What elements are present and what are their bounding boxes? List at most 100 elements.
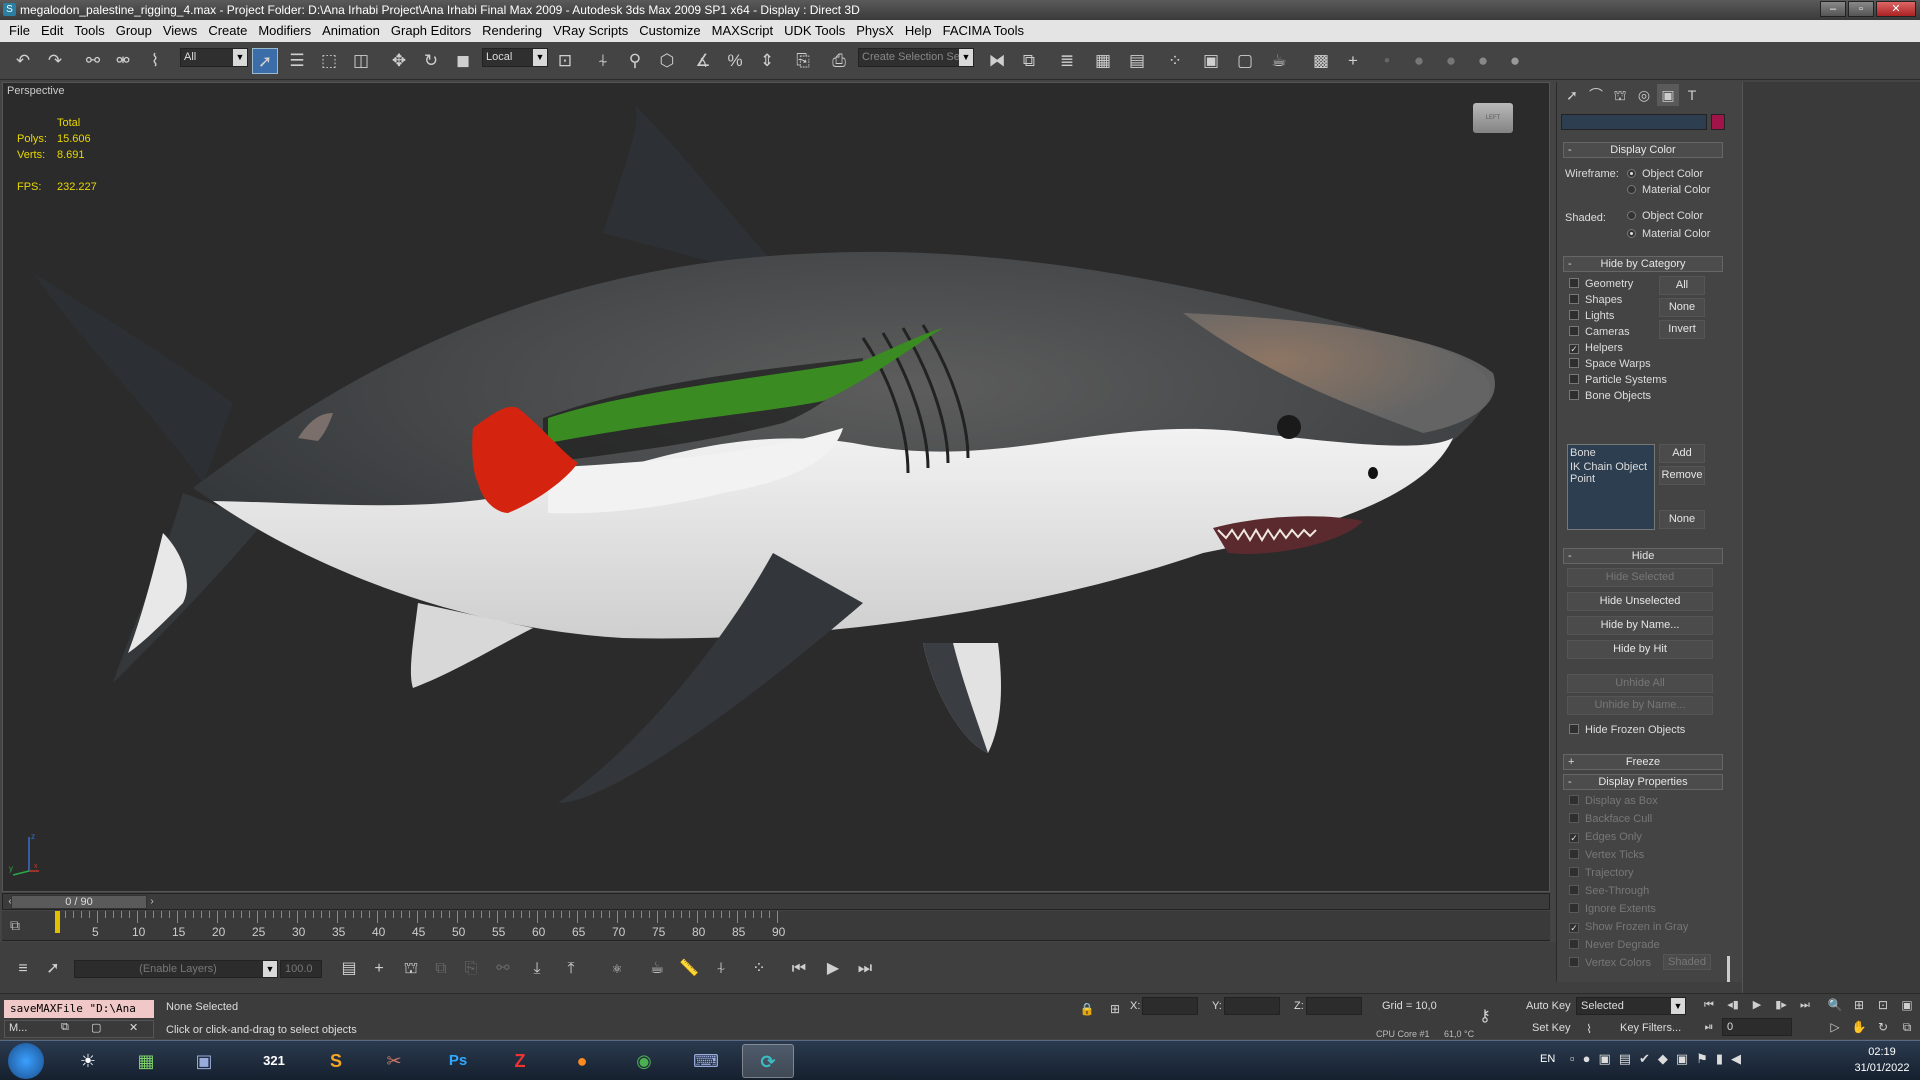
play-icon[interactable]: ▶	[1744, 992, 1770, 1018]
unhide-all-button[interactable]: Unhide All	[1567, 674, 1713, 693]
hide-unselected-button[interactable]: Hide Unselected	[1567, 592, 1713, 611]
display-property-checkbox[interactable]: Never Degrade	[1569, 939, 1660, 951]
menu-graph-editors[interactable]: Graph Editors	[388, 20, 479, 42]
category-none-button[interactable]: None	[1659, 510, 1705, 529]
select-and-link-icon[interactable]: ⚯	[80, 48, 106, 74]
rectangular-selection-icon[interactable]: ⬚	[316, 48, 342, 74]
menu-help[interactable]: Help	[902, 20, 940, 42]
mini-curve-editor-icon[interactable]: ⧉	[10, 917, 20, 934]
hide-category-checkbox[interactable]: Lights	[1569, 310, 1614, 322]
list-icon[interactable]: ▤	[336, 956, 362, 982]
start-button[interactable]	[8, 1043, 44, 1079]
previous-frame-icon[interactable]: ◂▮	[1720, 992, 1746, 1018]
perspective-viewport[interactable]: Perspective Total Polys: 15.606 Verts: 8…	[2, 82, 1550, 892]
lock-selection-icon[interactable]: 🔒	[1074, 996, 1100, 1022]
hide-category-checkbox[interactable]: Geometry	[1569, 278, 1633, 290]
menu-animation[interactable]: Animation	[319, 20, 388, 42]
sphere-icon[interactable]: ●	[1406, 48, 1432, 74]
menu-modifiers[interactable]: Modifiers	[255, 20, 319, 42]
layer-value-field[interactable]: 100.0	[280, 960, 322, 978]
key-filters-button[interactable]: Key Filters...	[1620, 1022, 1681, 1034]
redo-icon[interactable]: ↷	[42, 48, 68, 74]
field-of-view-icon[interactable]: ▷	[1822, 1014, 1848, 1040]
category-remove-button[interactable]: Remove	[1659, 466, 1705, 485]
plus-icon[interactable]: +	[366, 956, 392, 982]
maximize-icon[interactable]: ▢	[91, 1021, 101, 1034]
go-to-start-icon[interactable]: ⏮	[786, 956, 812, 982]
display-property-checkbox[interactable]: Display as Box	[1569, 795, 1658, 807]
hide-by-name-button[interactable]: Hide by Name...	[1567, 616, 1713, 635]
upload-icon[interactable]: ⤒	[558, 956, 584, 982]
select-tool-icon[interactable]: ➚	[40, 956, 66, 982]
current-frame-marker[interactable]	[55, 911, 60, 933]
unhide-by-name-button[interactable]: Unhide by Name...	[1567, 696, 1713, 715]
menu-create[interactable]: Create	[205, 20, 255, 42]
menu-tools[interactable]: Tools	[71, 20, 112, 42]
next-frame-icon[interactable]: ▮▸	[1768, 992, 1794, 1018]
y-coordinate-field[interactable]	[1224, 997, 1280, 1015]
spinner-snap-icon[interactable]: ⇕	[754, 48, 780, 74]
pivot-center-icon[interactable]: ⊡	[552, 48, 578, 74]
angle-snap-icon[interactable]: ∡	[690, 48, 716, 74]
app-icon[interactable]: S	[3, 3, 16, 16]
close-icon[interactable]: ✕	[129, 1021, 138, 1034]
menu-views[interactable]: Views	[160, 20, 205, 42]
maximize-button[interactable]: ▫	[1848, 1, 1874, 17]
menu-physx[interactable]: PhysX	[853, 20, 902, 42]
hide-category-none-button[interactable]: None	[1659, 298, 1705, 317]
taskbar-sublime-icon[interactable]: S	[310, 1044, 362, 1078]
track-bar[interactable]: ⧉ 5 10 15 20 25 30 35 40 45 50 55 60 65 70 75 80 85 90	[2, 911, 1550, 941]
category-listbox-item[interactable]: Point	[1568, 473, 1654, 485]
system-tray-icons[interactable]: ▫●▣▤✔◆▣⚑▮◀	[1570, 1051, 1749, 1067]
display-property-checkbox[interactable]: ✓ Show Frozen in Gray	[1569, 921, 1688, 933]
motion-tab-icon[interactable]: ◎	[1633, 84, 1655, 106]
teapot-icon[interactable]: ☕	[644, 956, 670, 982]
link-icon[interactable]: ⚯	[490, 956, 516, 982]
z-coordinate-field[interactable]	[1306, 997, 1362, 1015]
taskbar-chrome-icon[interactable]: ◉	[618, 1044, 670, 1078]
display-properties-rollout[interactable]: - Display Properties	[1563, 774, 1723, 790]
menu-file[interactable]: File	[6, 20, 38, 42]
megalodon-model[interactable]	[3, 83, 1550, 892]
taskbar-clock[interactable]: 02:19 31/01/2022	[1852, 1044, 1912, 1076]
wireframe-material-color-radio[interactable]: Material Color	[1627, 184, 1710, 196]
ruler-icon[interactable]: 📏	[676, 956, 702, 982]
sphere-icon[interactable]: ●	[1438, 48, 1464, 74]
rendered-frame-window-icon[interactable]: ▢	[1232, 48, 1258, 74]
align-icon[interactable]: ⧉	[1016, 48, 1042, 74]
viewport-label[interactable]: Perspective	[7, 85, 64, 97]
key-icon[interactable]: ⚷	[1472, 1004, 1498, 1030]
minimized-window-bar[interactable]: M... ⧉ ▢ ✕	[4, 1020, 154, 1038]
shaded-button[interactable]: Shaded	[1663, 954, 1711, 970]
modify-tab-icon[interactable]: ⌒	[1585, 84, 1607, 106]
shaded-object-color-radio[interactable]: Object Color	[1627, 210, 1703, 222]
select-and-scale-icon[interactable]: ◼	[450, 48, 476, 74]
taskbar-terminal-icon[interactable]: ▣	[178, 1044, 230, 1078]
menu-group[interactable]: Group	[113, 20, 160, 42]
orbit-icon[interactable]: ↻	[1870, 1014, 1896, 1040]
hide-frozen-objects-checkbox[interactable]: Hide Frozen Objects	[1569, 724, 1685, 736]
create-tab-icon[interactable]: ➚	[1561, 84, 1583, 106]
bind-space-warp-icon[interactable]: ⌇	[142, 48, 168, 74]
render-to-texture-icon[interactable]: ▩	[1308, 48, 1334, 74]
sphere-icon[interactable]: ●	[1470, 48, 1496, 74]
current-frame-field[interactable]: 0	[1722, 1018, 1792, 1036]
reference-coordinate-dropdown[interactable]: Local ▼	[482, 48, 548, 67]
display-property-checkbox[interactable]: Vertex Colors	[1569, 957, 1651, 969]
download-icon[interactable]: ⤓	[524, 956, 550, 982]
hide-category-checkbox[interactable]: Bone Objects	[1569, 390, 1651, 402]
menu-maxscript[interactable]: MAXScript	[709, 20, 781, 42]
hide-by-hit-button[interactable]: Hide by Hit	[1567, 640, 1713, 659]
hide-category-checkbox[interactable]: Shapes	[1569, 294, 1622, 306]
select-and-move-icon[interactable]: ✥	[386, 48, 412, 74]
snaps-toggle-icon[interactable]: ⬡	[654, 48, 680, 74]
layer-manager-icon[interactable]: ≣	[1054, 48, 1080, 74]
taskbar-excel-icon[interactable]: ▦	[120, 1044, 172, 1078]
next-frame-icon[interactable]: ›	[145, 894, 159, 909]
layers-icon[interactable]: ≡	[10, 956, 36, 982]
schematic-view-icon[interactable]: ▤	[1124, 48, 1150, 74]
plus-icon[interactable]: +	[1340, 48, 1366, 74]
wireframe-object-color-radio[interactable]: Object Color	[1627, 168, 1703, 180]
set-key-icon[interactable]: ⌇	[1576, 1016, 1602, 1042]
maximize-viewport-icon[interactable]: ⧉	[1894, 1014, 1920, 1040]
